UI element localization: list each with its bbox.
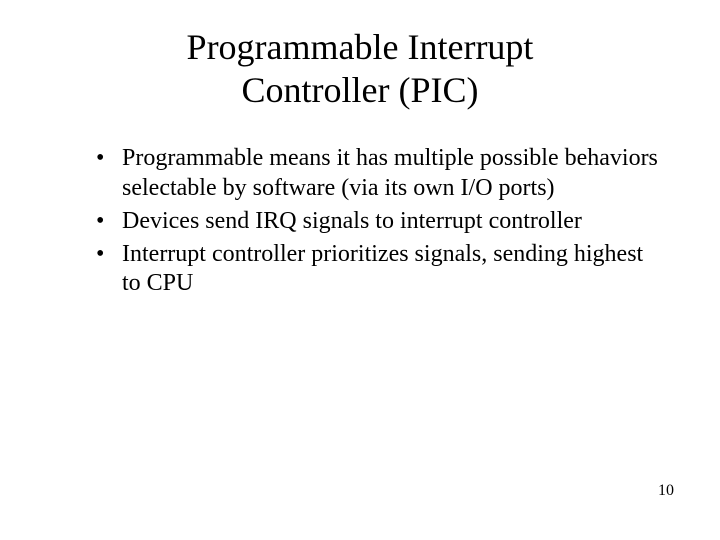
bullet-text: Interrupt controller prioritizes signals… (122, 240, 660, 299)
bullet-icon: • (96, 207, 122, 236)
title-line-1: Programmable Interrupt (0, 26, 720, 69)
bullet-list: • Programmable means it has multiple pos… (96, 144, 660, 298)
slide-title: Programmable Interrupt Controller (PIC) (0, 0, 720, 112)
slide: Programmable Interrupt Controller (PIC) … (0, 0, 720, 540)
bullet-text: Devices send IRQ signals to interrupt co… (122, 207, 660, 236)
title-line-2: Controller (PIC) (0, 69, 720, 112)
list-item: • Programmable means it has multiple pos… (96, 144, 660, 203)
list-item: • Devices send IRQ signals to interrupt … (96, 207, 660, 236)
bullet-icon: • (96, 240, 122, 299)
list-item: • Interrupt controller prioritizes signa… (96, 240, 660, 299)
bullet-icon: • (96, 144, 122, 203)
bullet-text: Programmable means it has multiple possi… (122, 144, 660, 203)
page-number: 10 (658, 482, 674, 500)
